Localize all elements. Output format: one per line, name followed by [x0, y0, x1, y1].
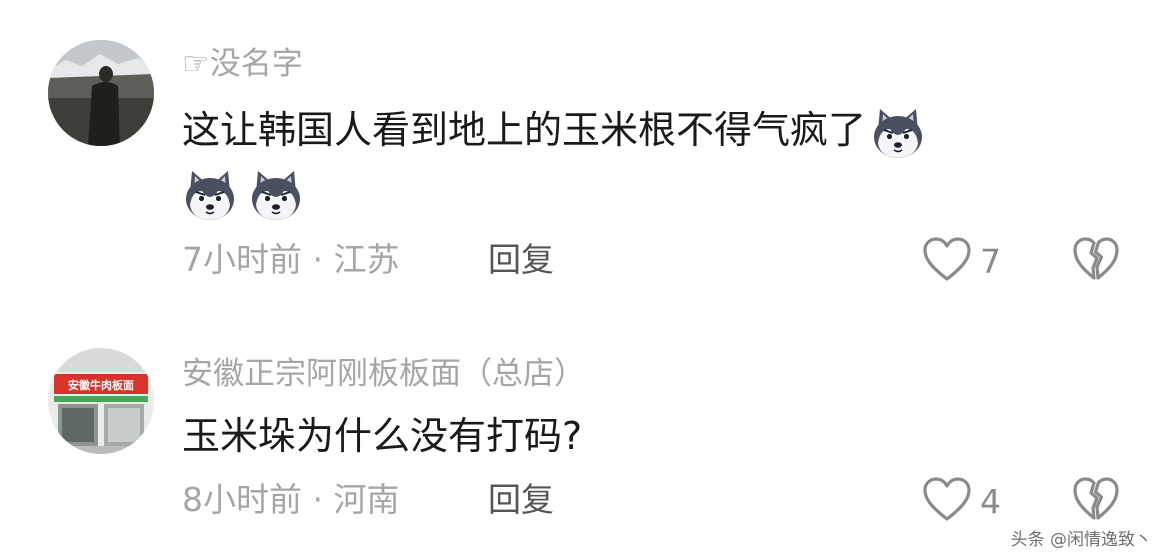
reply-button[interactable]: 回复: [488, 480, 554, 520]
like-button[interactable]: 4: [922, 476, 1012, 526]
like-button[interactable]: 7: [922, 236, 1012, 286]
like-count: 7: [980, 242, 1001, 281]
comment-text: 玉米垛为什么没有打码?: [182, 414, 583, 458]
comment-item: 安徽牛肉板面 安徽正宗阿刚板板面（总店） 玉米垛为什么没有打码? 8小时前 · …: [0, 300, 1170, 556]
time-location: 8小时前 · 河南: [182, 480, 400, 519]
dislike-button[interactable]: [1072, 476, 1120, 524]
username[interactable]: ☞没名字: [182, 44, 303, 84]
watermark: 头条 @闲情逸致丶: [1006, 528, 1156, 552]
reply-button[interactable]: 回复: [488, 240, 554, 280]
husky-dog-emoji: [182, 167, 238, 223]
comment-text-line-2: [182, 164, 304, 223]
shop-sign-text: 安徽牛肉板面: [68, 378, 134, 392]
heart-icon: [923, 477, 971, 521]
comment-item: ☞没名字 这让韩国人看到地上的玉米根不得气疯了 7小时前 · 江苏 回复 7: [0, 0, 1170, 300]
avatar[interactable]: [48, 40, 154, 146]
broken-heart-icon: [1073, 237, 1119, 280]
husky-dog-emoji: [248, 167, 304, 223]
avatar-shopfront-icon: 安徽牛肉板面: [48, 348, 154, 454]
comment-text-content: 这让韩国人看到地上的玉米根不得气疯了: [182, 108, 867, 152]
time-location: 7小时前 · 江苏: [182, 240, 400, 279]
like-count: 4: [980, 482, 1001, 521]
comment-text: 这让韩国人看到地上的玉米根不得气疯了: [182, 102, 926, 161]
heart-icon: [923, 237, 971, 281]
dislike-button[interactable]: [1072, 236, 1120, 284]
husky-dog-emoji: [870, 105, 926, 161]
broken-heart-icon: [1073, 477, 1119, 520]
username[interactable]: 安徽正宗阿刚板板面（总店）: [182, 354, 585, 394]
avatar[interactable]: 安徽牛肉板面: [48, 348, 154, 454]
avatar-landscape-person-icon: [48, 40, 154, 146]
